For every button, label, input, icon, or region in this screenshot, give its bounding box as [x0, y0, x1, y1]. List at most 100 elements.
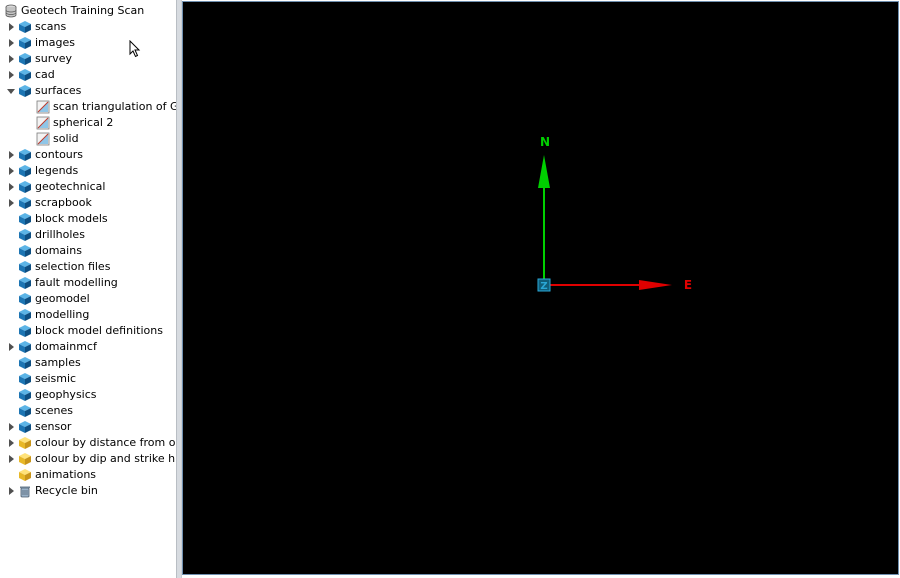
tree-root-label: Geotech Training Scan — [21, 4, 145, 17]
tree-item-label: solid — [53, 132, 79, 145]
tree-item[interactable]: cad — [6, 67, 55, 83]
expand-arrow-icon[interactable] — [6, 163, 16, 179]
blue-cube-icon — [19, 181, 31, 193]
tree-item[interactable]: domainmcf — [6, 339, 97, 355]
tree-item-label: contours — [35, 148, 84, 161]
expand-arrow-icon[interactable] — [6, 483, 16, 499]
blue-cube-icon — [19, 149, 31, 161]
tree-item[interactable]: modelling — [6, 307, 89, 323]
recycle-bin-icon — [20, 486, 30, 498]
tree-item[interactable]: fault modelling — [6, 275, 118, 291]
tree-item-label: animations — [35, 468, 97, 481]
tree-item-label: seismic — [35, 372, 77, 385]
tree-item-label: scrapbook — [35, 196, 92, 209]
blue-cube-icon — [19, 421, 31, 433]
blue-cube-icon — [19, 325, 31, 337]
blue-cube-icon — [19, 229, 31, 241]
tree-item-label: scan triangulation of G... — [53, 100, 176, 113]
expand-arrow-icon[interactable] — [6, 339, 16, 355]
surface-icon — [36, 132, 50, 146]
tree-item-label: colour by distance from o... — [35, 436, 176, 449]
tree-item[interactable]: scrapbook — [6, 195, 92, 211]
tree-item[interactable]: colour by distance from o... — [6, 435, 176, 451]
blue-cube-icon — [19, 293, 31, 305]
triangle-right-icon — [8, 71, 14, 79]
blue-cube-icon — [19, 53, 31, 65]
tree-item[interactable]: block models — [6, 211, 108, 227]
tree-item[interactable]: contours — [6, 147, 83, 163]
expand-arrow-icon[interactable] — [6, 147, 16, 163]
blue-cube-icon — [19, 85, 31, 97]
tree-item[interactable]: solid — [24, 131, 79, 147]
tree-item-label: Recycle bin — [35, 484, 98, 497]
expand-arrow-icon[interactable] — [6, 179, 16, 195]
blue-cube-icon — [19, 245, 31, 257]
expand-arrow-icon[interactable] — [6, 19, 16, 35]
expand-arrow-icon[interactable] — [6, 35, 16, 51]
tree-item-label: sensor — [35, 420, 72, 433]
tree-item[interactable]: samples — [6, 355, 81, 371]
tree-item-label: block model definitions — [35, 324, 163, 337]
triangle-right-icon — [8, 183, 14, 191]
tree-item[interactable]: drillholes — [6, 227, 85, 243]
expand-arrow-icon[interactable] — [6, 67, 16, 83]
tree-item-label: legends — [35, 164, 79, 177]
tree-item[interactable]: block model definitions — [6, 323, 163, 339]
yellow-cube-icon — [19, 437, 31, 449]
tree-item[interactable]: seismic — [6, 371, 76, 387]
tree-root[interactable]: Geotech Training Scan — [2, 3, 144, 19]
blue-cube-icon — [19, 37, 31, 49]
tree-item[interactable]: geomodel — [6, 291, 90, 307]
expand-arrow-icon[interactable] — [6, 195, 16, 211]
expand-arrow-icon[interactable] — [6, 51, 16, 67]
tree-item[interactable]: geophysics — [6, 387, 97, 403]
axis-indicator: N E Z — [537, 135, 692, 292]
tree-item[interactable]: colour by dip and strike hi... — [6, 451, 176, 467]
blue-cube-icon — [19, 21, 31, 33]
tree-item[interactable]: selection files — [6, 259, 110, 275]
tree-item[interactable]: survey — [6, 51, 72, 67]
tree-item-label: selection files — [35, 260, 111, 273]
tree-item-label: survey — [35, 52, 73, 65]
north-arrowhead — [538, 155, 550, 188]
mouse-cursor-icon — [129, 40, 141, 58]
expand-arrow-icon[interactable] — [6, 451, 16, 467]
surface-icon — [36, 100, 50, 114]
blue-cube-icon — [19, 197, 31, 209]
tree-item[interactable]: spherical 2 — [24, 115, 113, 131]
tree-item[interactable]: domains — [6, 243, 82, 259]
blue-cube-icon — [19, 165, 31, 177]
triangle-right-icon — [8, 343, 14, 351]
tree-item[interactable]: Recycle bin — [6, 483, 98, 499]
tree-item[interactable]: scan triangulation of G... — [24, 99, 176, 115]
tree-item[interactable]: scans — [6, 19, 66, 35]
tree-item[interactable]: legends — [6, 163, 78, 179]
triangle-right-icon — [8, 167, 14, 175]
tree-item[interactable]: animations — [6, 467, 96, 483]
east-arrowhead — [639, 280, 672, 290]
expand-arrow-icon[interactable] — [6, 419, 16, 435]
yellow-cube-icon — [19, 469, 31, 481]
east-label: E — [684, 278, 692, 292]
tree-item-label: domains — [35, 244, 82, 257]
tree-item[interactable]: images — [6, 35, 75, 51]
3d-viewport[interactable]: N E Z — [182, 1, 899, 575]
tree-item-label: geotechnical — [35, 180, 106, 193]
tree-item-label: cad — [35, 68, 55, 81]
tree-item[interactable]: sensor — [6, 419, 71, 435]
blue-cube-icon — [19, 277, 31, 289]
triangle-right-icon — [8, 455, 14, 463]
tree-item[interactable]: scenes — [6, 403, 73, 419]
tree-item[interactable]: geotechnical — [6, 179, 105, 195]
yellow-cube-icon — [19, 453, 31, 465]
expand-arrow-icon[interactable] — [6, 435, 16, 451]
tree-item[interactable]: surfaces — [6, 83, 81, 99]
collapse-arrow-icon[interactable] — [6, 83, 16, 99]
